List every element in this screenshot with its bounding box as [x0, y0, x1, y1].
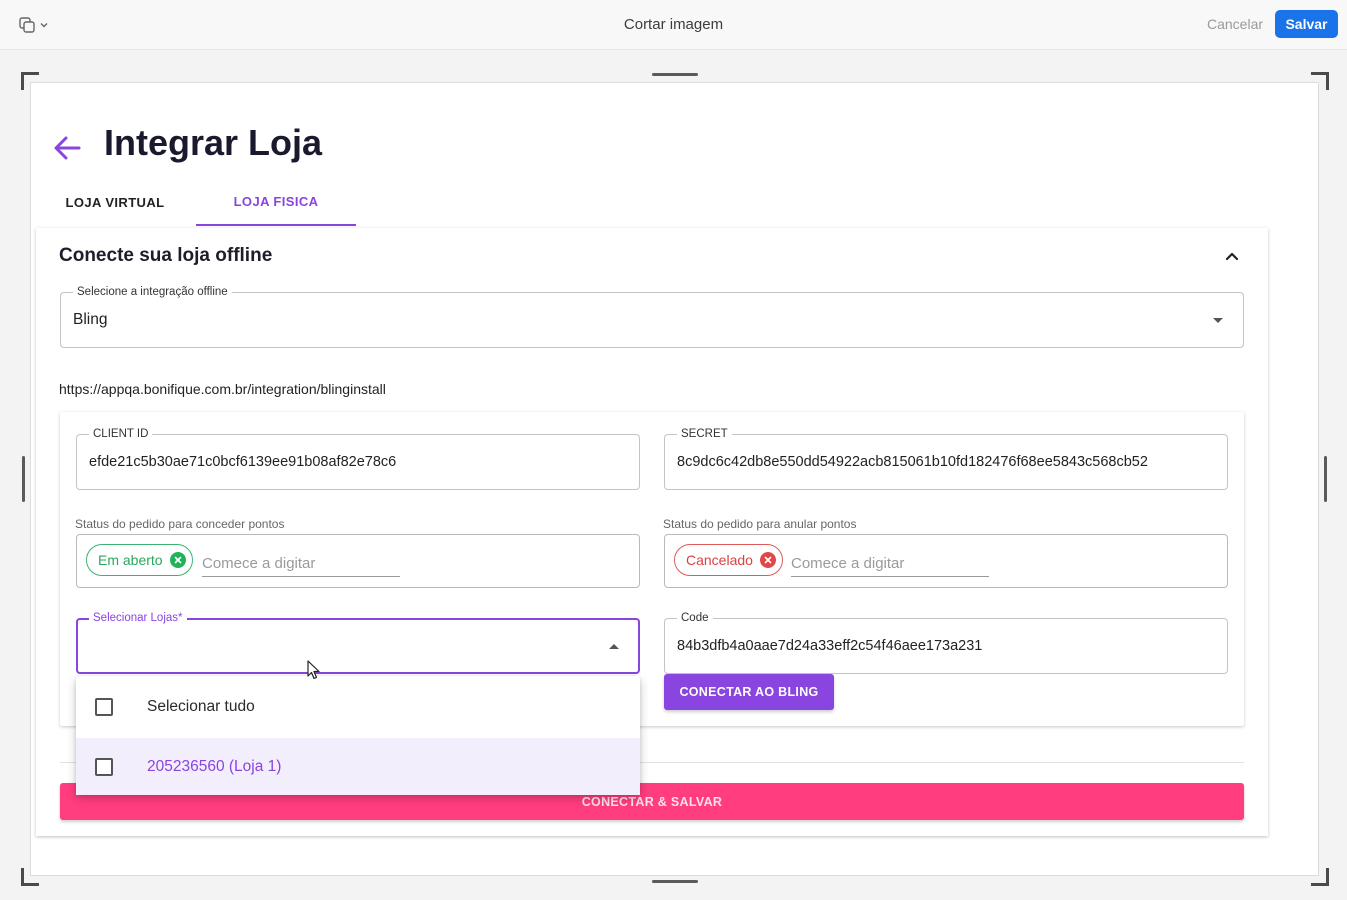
cancel-button[interactable]: Cancelar [1200, 10, 1270, 38]
remove-chip-icon[interactable] [169, 552, 186, 568]
integration-select-value: Bling [73, 311, 108, 328]
checkbox[interactable] [95, 697, 113, 716]
integration-select[interactable]: Selecione a integração offline Bling [60, 285, 1244, 348]
void-status-field: Cancelado [664, 534, 1228, 588]
void-status-input[interactable] [791, 551, 989, 577]
grant-status-field: Em aberto [76, 534, 640, 588]
option-select-all[interactable]: Selecionar tudo [76, 678, 640, 735]
chevron-up-icon[interactable] [1222, 246, 1242, 266]
crop-handle-bottom-left[interactable] [21, 868, 39, 886]
stores-dropdown-menu: Selecionar tudo 205236560 (Loja 1) [76, 676, 640, 795]
integration-select-label: Selecione a integração offline [73, 285, 232, 299]
chip-label: Cancelado [686, 552, 753, 568]
tab-loja-fisica[interactable]: LOJA FISICA [196, 178, 356, 226]
remove-chip-icon[interactable] [759, 552, 776, 568]
stores-select-label: Selecionar Lojas* [89, 611, 187, 625]
client-id-label: CLIENT ID [89, 427, 153, 441]
secret-value: 8c9dc6c42db8e550dd54922acb815061b10fd182… [677, 454, 1148, 470]
checkbox[interactable] [95, 757, 113, 776]
integration-url: https://appqa.bonifique.com.br/integrati… [59, 381, 386, 397]
code-field[interactable]: Code 84b3dfb4a0aae7d24a33eff2c54f46aee17… [664, 611, 1228, 674]
option-store-1[interactable]: 205236560 (Loja 1) [76, 738, 640, 795]
option-label: Selecionar tudo [147, 697, 255, 715]
secret-field[interactable]: SECRET 8c9dc6c42db8e550dd54922acb815061b… [664, 427, 1228, 490]
stores-select[interactable]: Selecionar Lojas* [76, 611, 640, 674]
crop-handle-top-left[interactable] [21, 72, 39, 90]
secret-label: SECRET [677, 427, 732, 441]
back-arrow-icon[interactable] [52, 134, 82, 162]
section-title: Conecte sua loja offline [59, 245, 273, 266]
crop-toolbar: Cortar imagem Cancelar Salvar [0, 0, 1347, 50]
dropdown-arrow-icon [1213, 318, 1223, 323]
crop-handle-bottom-right[interactable] [1311, 868, 1329, 886]
save-button[interactable]: Salvar [1275, 10, 1338, 38]
crop-handle-top[interactable] [652, 73, 698, 76]
status-chip-em-aberto: Em aberto [86, 544, 193, 576]
void-status-label: Status do pedido para anular pontos [663, 517, 857, 531]
status-chip-cancelado: Cancelado [674, 544, 783, 576]
crop-handle-left[interactable] [22, 456, 25, 502]
client-id-value: efde21c5b30ae71c0bcf6139ee91b08af82e78c6 [89, 454, 397, 470]
grant-status-input[interactable] [202, 551, 400, 577]
option-label: 205236560 (Loja 1) [147, 757, 282, 775]
dropdown-arrow-up-icon [609, 644, 619, 649]
client-id-field[interactable]: CLIENT ID efde21c5b30ae71c0bcf6139ee91b0… [76, 427, 640, 490]
tab-loja-virtual[interactable]: LOJA VIRTUAL [40, 178, 190, 226]
chip-label: Em aberto [98, 552, 163, 568]
connect-bling-button[interactable]: CONECTAR AO BLING [664, 674, 834, 710]
code-value: 84b3dfb4a0aae7d24a33eff2c54f46aee173a231 [677, 638, 983, 654]
grant-status-label: Status do pedido para conceder pontos [75, 517, 285, 531]
crop-handle-bottom[interactable] [652, 880, 698, 883]
crop-handle-top-right[interactable] [1311, 72, 1329, 90]
code-label: Code [677, 611, 713, 625]
dialog-title: Cortar imagem [623, 16, 724, 33]
crop-handle-right[interactable] [1324, 456, 1327, 502]
page-title: Integrar Loja [104, 122, 323, 163]
